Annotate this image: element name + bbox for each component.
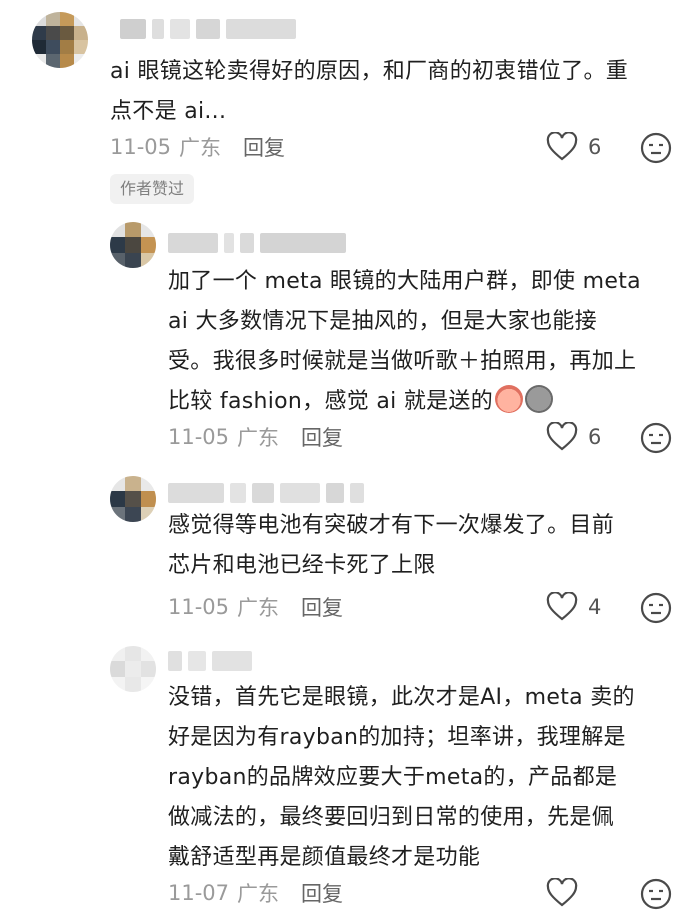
username-blurred[interactable] (168, 650, 252, 672)
comment-3: 感觉得等电池有突破才有下一次爆发了。目前 芯片和电池已经卡死了上限 11-05 … (0, 470, 700, 640)
comment-body: 加了一个 meta 眼镜的大陆用户群，即使 meta ai 大多数情况下是抽风的… (168, 262, 678, 422)
comment-location: 广东 (237, 596, 280, 620)
comment-meta: 11-07 广东 回复 (168, 878, 343, 908)
neutral-face-icon[interactable] (640, 132, 672, 164)
comment-line: rayban的品牌效应要大于meta的，产品都是 (168, 765, 618, 790)
username-blurred[interactable] (168, 482, 364, 504)
comment-meta: 11-05 广东 回复 (168, 422, 343, 452)
reply-button[interactable]: 回复 (301, 592, 343, 622)
comment-line: 没错，首先它是眼镜，此次才是AI，meta 卖的 (168, 685, 635, 710)
comment-2: 加了一个 meta 眼镜的大陆用户群，即使 meta ai 大多数情况下是抽风的… (0, 210, 700, 470)
comment-line: 受。我很多时候就是当做听歌＋拍照用，再加上 (168, 349, 637, 374)
reply-button[interactable]: 回复 (301, 422, 343, 452)
comment-date: 11-05 (168, 595, 230, 619)
avatar[interactable] (110, 476, 156, 522)
like-button[interactable]: 4 (546, 592, 601, 622)
comment-body: 感觉得等电池有突破才有下一次爆发了。目前 芯片和电池已经卡死了上限 (168, 506, 678, 586)
comment-date: 11-05 (168, 425, 230, 449)
comment-meta: 11-05 广东 回复 (168, 592, 343, 622)
username-blurred[interactable] (120, 18, 296, 40)
comment-date: 11-07 (168, 881, 230, 905)
skull-gray-emoji (525, 385, 554, 413)
like-count: 6 (588, 135, 602, 159)
comment-date: 11-05 (110, 135, 172, 159)
comment-line: 加了一个 meta 眼镜的大陆用户群，即使 meta (168, 269, 641, 294)
neutral-face-icon[interactable] (640, 592, 672, 624)
neutral-face-icon[interactable] (640, 422, 672, 454)
comment-line: ai 眼镜这轮卖得好的原因，和厂商的初衷错位了。重 (110, 59, 629, 84)
like-button[interactable] (546, 878, 588, 908)
like-button[interactable]: 6 (546, 132, 601, 162)
avatar[interactable] (110, 222, 156, 268)
author-liked-badge: 作者赞过 (110, 174, 195, 204)
avatar[interactable] (110, 646, 156, 692)
comment-4: 没错，首先它是眼镜，此次才是AI，meta 卖的 好是因为有rayban的加持；… (0, 640, 700, 923)
avatar[interactable] (32, 12, 88, 68)
comment-line: ai 大多数情况下是抽风的，但是大家也能接 (168, 309, 597, 334)
comment-location: 广东 (179, 136, 222, 160)
comment-line: 感觉得等电池有突破才有下一次爆发了。目前 (168, 513, 615, 538)
reply-button[interactable]: 回复 (243, 132, 285, 162)
comment-line: 好是因为有rayban的加持；坦率讲，我理解是 (168, 725, 626, 750)
comment-line: 点不是 ai... (110, 99, 227, 124)
comment-location: 广东 (237, 882, 280, 906)
heart-outline-icon (546, 422, 578, 451)
like-count: 4 (588, 595, 602, 619)
like-button[interactable]: 6 (546, 422, 601, 452)
comment-line: 戴舒适型再是颜值最终才是功能 (168, 845, 481, 870)
neutral-face-icon[interactable] (640, 878, 672, 910)
heart-outline-icon (546, 878, 578, 907)
heart-outline-icon (546, 132, 578, 161)
heart-outline-icon (546, 592, 578, 621)
comment-line-text: 比较 fashion，感觉 ai 就是送的 (168, 389, 494, 414)
comment-line: 做减法的，最终要回归到日常的使用，先是佩 (168, 805, 615, 830)
comment-body: ai 眼镜这轮卖得好的原因，和厂商的初衷错位了。重 点不是 ai... (110, 52, 680, 132)
comment-body: 没错，首先它是眼镜，此次才是AI，meta 卖的 好是因为有rayban的加持；… (168, 678, 678, 878)
comment-location: 广东 (237, 426, 280, 450)
like-count: 6 (588, 425, 602, 449)
comment-meta: 11-05 广东 回复 (110, 132, 285, 162)
comment-line: 比较 fashion，感觉 ai 就是送的 (168, 382, 678, 422)
comment-1: ai 眼镜这轮卖得好的原因，和厂商的初衷错位了。重 点不是 ai... 11-0… (0, 0, 700, 210)
crying-laughing-face-emoji (495, 385, 524, 413)
comment-line: 芯片和电池已经卡死了上限 (168, 553, 436, 578)
username-blurred[interactable] (168, 232, 346, 254)
reply-button[interactable]: 回复 (301, 878, 343, 908)
